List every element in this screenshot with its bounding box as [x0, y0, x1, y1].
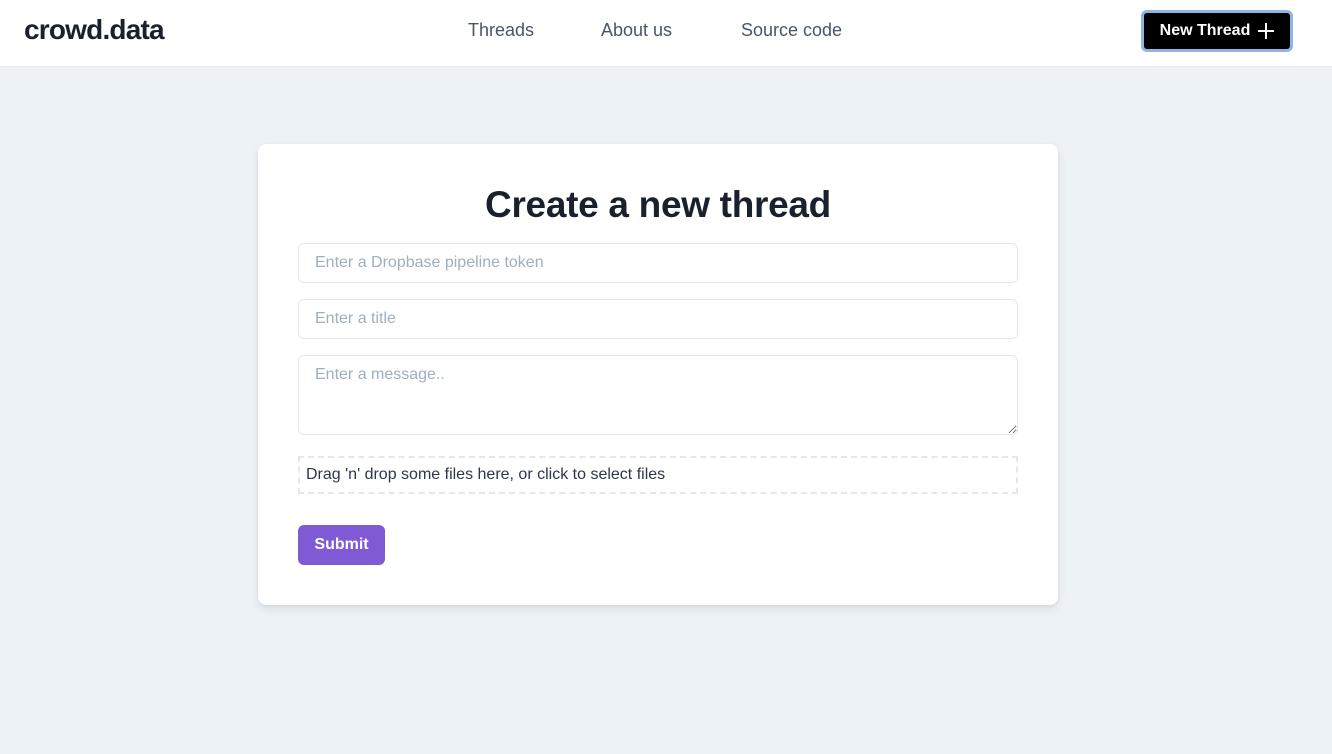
submit-button[interactable]: Submit — [298, 525, 385, 565]
thread-title-input[interactable] — [298, 299, 1018, 339]
create-thread-card: Create a new thread Drag 'n' drop some f… — [258, 144, 1058, 605]
nav-link-about-us[interactable]: About us — [601, 20, 672, 41]
page-title: Create a new thread — [485, 184, 831, 225]
main-nav: Threads About us Source code — [0, 20, 1332, 44]
new-thread-button[interactable]: New Thread — [1141, 10, 1293, 52]
pipeline-token-input[interactable] — [298, 243, 1018, 283]
nav-link-source-code[interactable]: Source code — [741, 20, 842, 41]
top-header: crowd.data Threads About us Source code … — [0, 0, 1332, 67]
new-thread-button-label: New Thread — [1159, 22, 1251, 39]
file-dropzone[interactable]: Drag 'n' drop some files here, or click … — [298, 456, 1018, 494]
plus-icon — [1258, 23, 1275, 39]
message-textarea[interactable] — [298, 355, 1018, 435]
nav-link-threads[interactable]: Threads — [468, 20, 534, 41]
dropzone-text: Drag 'n' drop some files here, or click … — [306, 466, 666, 483]
